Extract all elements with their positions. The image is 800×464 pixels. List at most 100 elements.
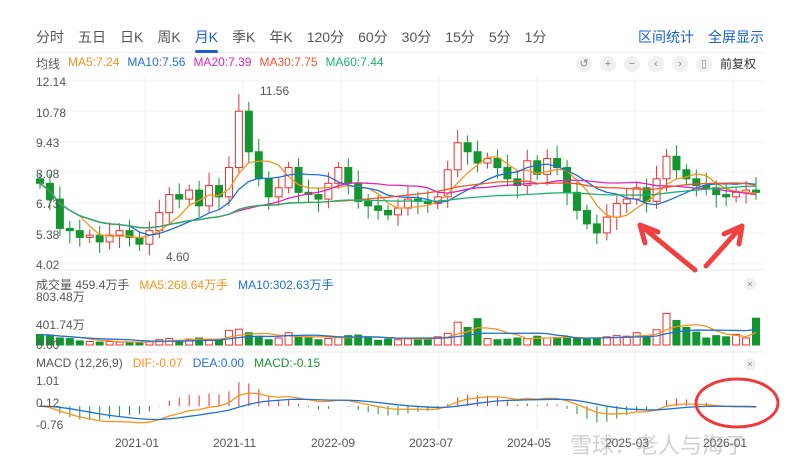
candle-body [224,167,233,198]
volume-bar [304,337,313,346]
macd-axis-max: 1.01 [36,374,60,388]
volume-bar [115,341,124,346]
candle-body [374,205,383,211]
price-axis-label: 5.38 [36,227,60,242]
volume-bar [85,340,94,346]
candle-body [384,209,393,216]
candle-body [324,182,333,200]
volume-bar [483,338,492,346]
volume-ma5: MA5:268.64万手 [139,278,229,292]
price-axis-label: 9.43 [36,136,60,150]
volume-bar [443,332,452,346]
annotation-arrow [703,223,745,269]
candle-body [155,212,164,232]
candle-body [473,151,482,164]
candle-body [234,110,243,169]
candle-body [115,230,124,236]
candle-body [254,151,263,180]
candle-body [394,207,402,216]
volume-bar [553,336,562,346]
volume-bar [503,338,512,346]
volume-bar [324,338,333,346]
candle-body [165,194,174,214]
candle-body [573,191,581,211]
volume-bar [702,337,711,346]
x-axis-label: 2022-09 [311,436,356,450]
volume-bar [712,335,721,346]
close-macd-icon[interactable]: × [744,358,756,370]
volume-bar [394,339,402,346]
volume-bar [573,338,581,346]
volume-bar [523,338,532,346]
candle-body [175,194,184,200]
volume-bar [65,338,74,346]
candle-body [344,167,353,184]
macd-dea: DEA:0.00 [192,356,245,370]
candle-body [732,191,741,198]
volume-bar [473,318,482,346]
vol-axis-zero: 0.00 [36,338,60,352]
volume-ma10: MA10:302.63万手 [238,278,334,292]
close-volume-icon[interactable]: × [744,278,756,290]
low-label: 4.60 [166,250,190,264]
volume-bar [632,332,641,346]
volume-bar [513,337,522,346]
candle-body [185,189,194,200]
volume-bar [254,335,263,346]
candle-body [622,198,631,205]
candle-body [672,155,681,171]
kline-chart[interactable] [0,0,800,464]
macd-title: MACD (12,26,9) [36,356,123,370]
candle-body [244,110,253,153]
candle-body [453,142,462,171]
macd-axis-min: -0.76 [36,418,64,432]
volume-bar [125,342,134,346]
volume-bar [75,340,84,346]
candle-body [75,230,84,238]
volume-bar [264,339,273,346]
candle-body [592,223,601,234]
volume-bar [752,317,760,346]
candle-body [722,194,731,198]
x-axis-label: 2021-01 [115,436,160,450]
volume-bar [493,339,502,346]
volume-bar [592,337,601,346]
volume-bar [95,341,104,346]
high-label: 11.56 [260,84,290,98]
candle-body [314,194,323,200]
candle-body [284,167,293,189]
annotation-arrow [637,222,698,273]
macd-value: MACD:-0.15 [254,356,321,370]
candle-body [463,142,472,153]
x-axis-label: 2021-11 [213,436,257,450]
price-axis-label: 8.08 [36,166,60,181]
x-axis-label: 2023-07 [409,436,454,450]
price-axis-label: 6.73 [36,197,60,211]
volume-bar [364,337,373,346]
candle-body [602,216,611,234]
x-axis-label: 2024-05 [507,436,552,450]
candle-body [65,227,74,232]
volume-bar [384,338,393,346]
price-axis-label: 12.14 [36,75,67,89]
volume-bar [155,339,164,346]
price-axis-label: 10.78 [36,105,67,120]
volume-bar [274,337,283,346]
volume-bar [105,340,114,346]
candle-body [294,167,303,193]
candle-body [752,189,760,193]
candle-body [264,178,273,198]
candle-body [364,200,373,207]
volume-bar [543,337,552,346]
volume-bar [742,337,751,346]
candle-body [95,234,104,243]
volume-bar [284,332,293,346]
candle-body [493,158,502,169]
candle-body [145,230,154,245]
candle-body [195,189,204,207]
volume-bar [652,329,661,346]
volume-bar [642,335,651,346]
candle-body [612,203,621,218]
candle-body [274,187,283,198]
watermark: 雪球：老人与海子 [570,433,747,458]
